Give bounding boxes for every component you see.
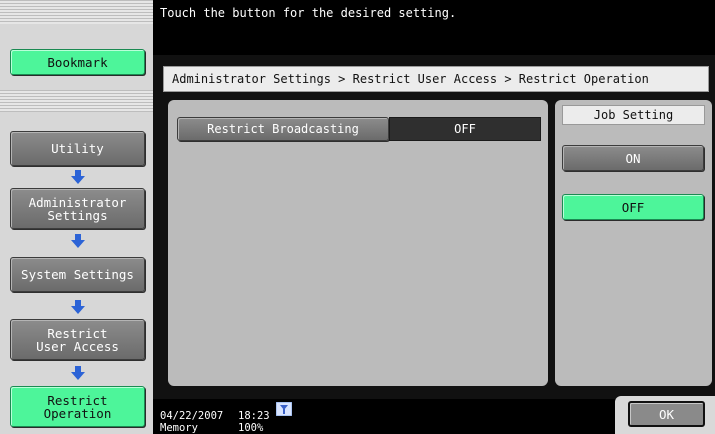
bookmark-button[interactable]: Bookmark [10, 49, 145, 75]
job-setting-panel [555, 100, 712, 386]
down-arrow-icon [71, 234, 85, 248]
sidebar-mid-stripe [0, 90, 153, 112]
down-arrow-icon [71, 300, 85, 314]
job-setting-label: Job Setting [562, 105, 705, 125]
sidebar-item-administrator-settings[interactable]: Administrator Settings [10, 188, 145, 229]
restrict-broadcasting-label: Restrict Broadcasting [207, 121, 359, 136]
sidebar-item-system-settings[interactable]: System Settings [10, 257, 145, 292]
instruction-message: Touch the button for the desired setting… [160, 6, 457, 20]
network-status-icon [276, 402, 292, 416]
on-button[interactable]: ON [562, 145, 704, 171]
sidebar-item-label: System Settings [21, 267, 134, 282]
down-arrow-icon [71, 170, 85, 184]
sidebar-item-utility[interactable]: Utility [10, 131, 145, 166]
bookmark-label: Bookmark [47, 54, 108, 70]
status-date: 04/22/2007 [160, 410, 224, 422]
restrict-broadcasting-button[interactable]: Restrict Broadcasting [177, 117, 389, 141]
settings-list-area [168, 100, 548, 386]
ok-button[interactable]: OK [628, 401, 705, 427]
sidebar-item-restrict-user-access[interactable]: Restrict User Access [10, 319, 145, 360]
memory-value: 100% [238, 422, 264, 434]
on-label: ON [625, 150, 641, 166]
off-label: OFF [621, 199, 645, 215]
status-time: 18:23 [238, 410, 270, 422]
sidebar-item-label: Administrator Settings [28, 194, 127, 223]
sidebar-item-label: Restrict Operation [43, 392, 112, 421]
memory-label: Memory [160, 422, 198, 434]
ok-label: OK [658, 406, 675, 422]
sidebar-item-label: Utility [51, 141, 104, 156]
sidebar-item-label: Restrict User Access [36, 325, 119, 354]
off-button[interactable]: OFF [562, 194, 704, 220]
sidebar-item-restrict-operation[interactable]: Restrict Operation [10, 386, 145, 427]
down-arrow-icon [71, 366, 85, 380]
breadcrumb: Administrator Settings > Restrict User A… [163, 66, 709, 92]
sidebar-header-stripe [0, 0, 153, 24]
restrict-broadcasting-value: OFF [389, 117, 541, 141]
